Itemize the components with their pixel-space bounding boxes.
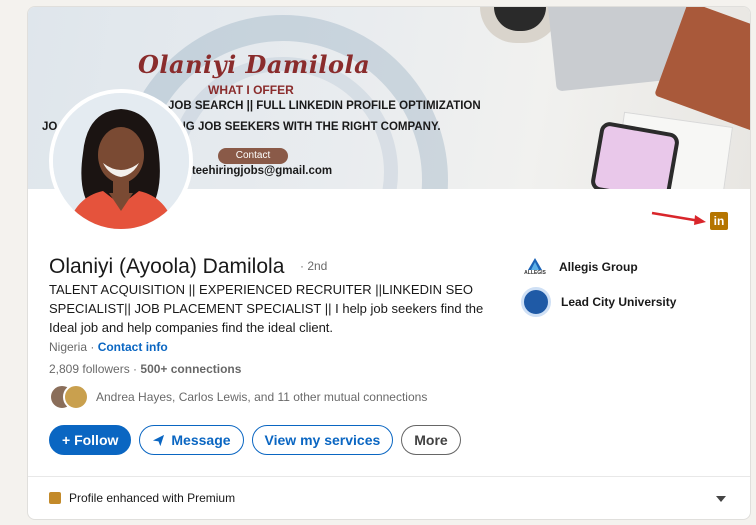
linkedin-premium-icon[interactable]: in <box>710 212 728 230</box>
mutual-connections-text: Andrea Hayes, Carlos Lewis, and 11 other… <box>96 390 427 404</box>
profile-actions: + Follow Message View my services More <box>49 425 461 455</box>
mutual-name-separator: , <box>172 390 179 404</box>
premium-section[interactable]: Profile enhanced with Premium <box>49 491 235 505</box>
location-row: Nigeria · Contact info <box>49 340 168 354</box>
banner-name: Olaniyi Damilola <box>138 50 371 79</box>
premium-icon <box>49 492 61 504</box>
allegis-logo-text: ALLEGIS <box>524 270 546 276</box>
school-name: Lead City University <box>561 295 677 309</box>
followers-separator: · <box>129 362 141 376</box>
mutual-rest: , and 11 other mutual connections <box>247 390 428 404</box>
education[interactable]: Lead City University <box>521 287 676 317</box>
mutual-name-2: Carlos Lewis <box>178 390 248 404</box>
banner-what-i-offer: WHAT I OFFER <box>208 83 294 97</box>
follow-button[interactable]: + Follow <box>49 425 132 455</box>
profile-card: Olaniyi Damilola WHAT I OFFER JOB SEARCH… <box>27 6 751 520</box>
current-company[interactable]: ALLEGIS Allegis Group <box>521 253 638 281</box>
profile-headline: TALENT ACQUISITION || EXPERIENCED RECRUI… <box>49 282 484 335</box>
company-name: Allegis Group <box>559 260 638 274</box>
allegis-logo-icon: ALLEGIS <box>521 253 549 281</box>
mutual-connections[interactable]: Andrea Hayes, Carlos Lewis, and 11 other… <box>49 384 427 410</box>
avatar-photo <box>53 93 189 229</box>
profile-name: Olaniyi (Ayoola) Damilola <box>49 255 285 278</box>
message-button-label: Message <box>171 432 231 448</box>
connections-count[interactable]: 500+ connections <box>140 362 241 376</box>
more-button[interactable]: More <box>401 425 461 455</box>
lead-city-university-logo-icon <box>521 287 551 317</box>
location-separator: · <box>87 340 98 354</box>
connection-degree: · 2nd <box>300 259 328 273</box>
banner-contact-pill: Contact <box>218 148 288 164</box>
chevron-down-icon[interactable] <box>716 495 726 503</box>
red-arrow-icon <box>651 211 706 225</box>
banner-email: tteehiringjobs@gmail.com <box>188 165 333 177</box>
banner-offer-line-1: JOB SEARCH || FULL LINKEDIN PROFILE OPTI… <box>168 100 481 112</box>
mutual-name-1: Andrea Hayes <box>96 390 173 404</box>
profile-avatar[interactable] <box>49 89 193 233</box>
send-icon <box>153 434 165 446</box>
mutual-avatars <box>49 384 93 410</box>
followers-count[interactable]: 2,809 followers <box>49 362 130 376</box>
allegis-mark-icon <box>528 258 542 270</box>
message-button[interactable]: Message <box>139 425 244 455</box>
mutual-avatar <box>63 384 89 410</box>
location-text: Nigeria <box>49 340 88 354</box>
contact-info-link[interactable]: Contact info <box>98 340 168 354</box>
divider <box>28 476 750 477</box>
premium-text: Profile enhanced with Premium <box>69 491 236 505</box>
view-services-button[interactable]: View my services <box>251 425 394 455</box>
followers-row: 2,809 followers · 500+ connections <box>49 362 241 376</box>
